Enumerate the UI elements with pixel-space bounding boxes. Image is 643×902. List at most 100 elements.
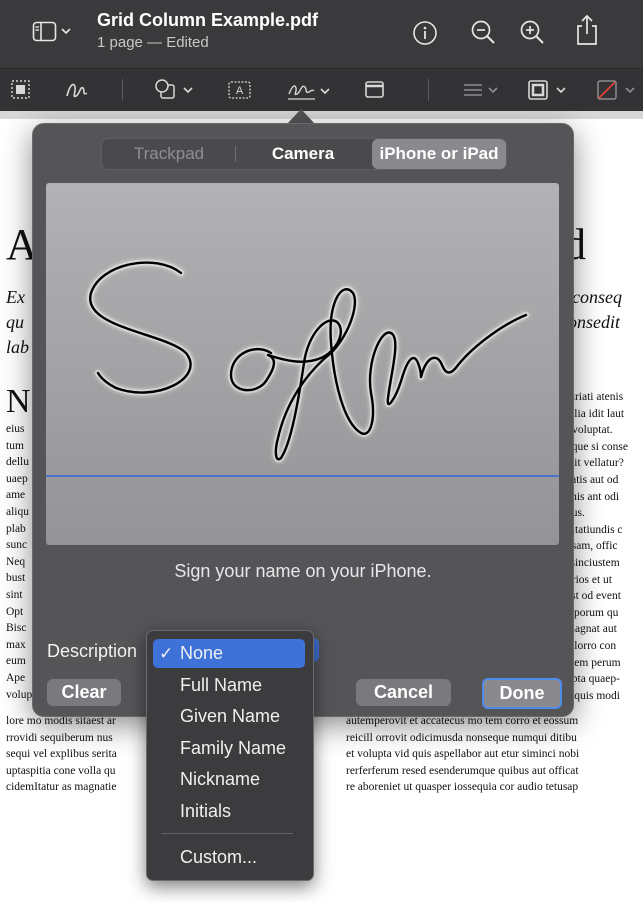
text-line: turiati atenis xyxy=(566,391,624,403)
document-top-edge xyxy=(0,111,643,119)
bottom-left-text: lore mo modis sitaest ar rrovidi sequibe… xyxy=(6,713,117,796)
zoom-out-icon[interactable] xyxy=(470,19,496,50)
description-label: Description xyxy=(47,641,138,661)
toolbar-separator xyxy=(428,79,429,101)
shapes-icon[interactable] xyxy=(154,78,196,102)
text-line: plab xyxy=(6,522,26,535)
document-title: Grid Column Example.pdf xyxy=(97,10,319,30)
menu-item-nickname[interactable]: Nickname xyxy=(153,765,305,794)
description-menu: ✓ None Full Name Given Name Family Name … xyxy=(146,630,314,881)
text-line: tum xyxy=(6,439,24,452)
note-icon[interactable] xyxy=(364,78,386,102)
right-column-text: turiati atenis cilia idit laut t volupta… xyxy=(566,389,628,704)
tab-trackpad[interactable]: Trackpad xyxy=(102,139,236,169)
text-line: rrovidi sequiberum nus xyxy=(6,731,113,744)
left-column-text: eius tum dellu uaep ame aliqu plab sunc … xyxy=(6,421,32,703)
text-line: uptaspitia cone volla qu xyxy=(6,764,116,777)
text-box-glyph: A xyxy=(236,85,244,97)
info-icon[interactable] xyxy=(412,20,438,51)
text-line: max xyxy=(6,638,26,651)
text-line: magnat aut xyxy=(566,623,617,636)
sign-instruction: Sign your name on your iPhone. xyxy=(174,561,432,581)
text-line: sint xyxy=(6,588,23,601)
text-line: ellorro con xyxy=(566,639,617,652)
text-line: sequi vel explibus serita xyxy=(6,748,117,761)
text-line: bust xyxy=(6,572,26,585)
text-line: e porum qu xyxy=(566,606,619,619)
text-line: nque si conse xyxy=(566,440,628,453)
menu-item-family-name[interactable]: Family Name xyxy=(153,734,305,763)
text-line: cidemItatur as magnatie xyxy=(6,781,117,794)
done-button[interactable]: Done xyxy=(482,678,562,709)
document-subtitle: 1 page — Edited xyxy=(97,34,209,51)
bottom-right-text: autemperovit et accatecus mo tem corro e… xyxy=(346,713,579,796)
menu-item-initials[interactable]: Initials xyxy=(153,797,305,826)
menu-item-label: None xyxy=(180,643,224,663)
intro-left-line-1: Ex xyxy=(6,287,25,307)
selection-icon[interactable] xyxy=(10,78,32,102)
border-color-icon[interactable] xyxy=(527,78,571,102)
text-line: atem perum xyxy=(566,656,621,669)
text-line: orios et ut xyxy=(566,573,612,586)
text-line: est od event xyxy=(566,590,621,603)
text-line: Bisc xyxy=(6,622,27,635)
checkmark-icon: ✓ xyxy=(159,644,174,663)
text-line: ssinciustem xyxy=(566,556,620,569)
toolbar-separator xyxy=(122,79,123,101)
text-line: reicill orrovit odicimusda nonseque numq… xyxy=(346,731,577,744)
text-line: t voluptat. xyxy=(566,424,613,437)
text-line: dellu xyxy=(6,456,29,469)
text-line: eum xyxy=(6,655,26,668)
line-style-icon[interactable] xyxy=(462,78,502,102)
text-line: rerferferum resed esenderumque quibus au… xyxy=(346,764,579,777)
intro-right-line-2: onsedit xyxy=(568,312,620,332)
menu-item-full-name[interactable]: Full Name xyxy=(153,671,305,700)
sign-icon[interactable] xyxy=(287,78,333,102)
menu-item-custom[interactable]: Custom... xyxy=(153,843,305,872)
text-line: bus. xyxy=(566,507,585,520)
menu-separator xyxy=(161,833,293,834)
zoom-in-icon[interactable] xyxy=(519,19,545,50)
text-line: uaep xyxy=(6,472,28,485)
cancel-button[interactable]: Cancel xyxy=(356,679,451,706)
sketch-icon[interactable] xyxy=(64,78,90,102)
popover-arrow xyxy=(287,109,315,124)
title-bar: Grid Column Example.pdf 1 page — Edited xyxy=(0,0,643,68)
text-line: taquis modi xyxy=(566,689,620,702)
signature-popover: Trackpad Camera iPhone or iPad Sign your xyxy=(32,123,574,717)
signature-drawing xyxy=(87,259,529,463)
menu-item-label: Family Name xyxy=(180,738,287,758)
intro-left-line-3: lab xyxy=(6,337,30,357)
clear-button[interactable]: Clear xyxy=(47,679,121,706)
tab-camera[interactable]: Camera xyxy=(236,139,370,169)
share-icon[interactable] xyxy=(574,14,600,51)
tab-iphone-or-ipad[interactable]: iPhone or iPad xyxy=(372,139,506,169)
text-line: re aboreniet ut quasper iossequia cor au… xyxy=(346,781,579,794)
menu-item-label: Initials xyxy=(180,801,232,821)
menu-item-given-name[interactable]: Given Name xyxy=(153,702,305,731)
text-line: sunc xyxy=(6,539,28,552)
text-line: volup xyxy=(6,688,33,701)
section-initial: N xyxy=(6,383,31,420)
text-line: et volupta vid quis aspellabor aut etur … xyxy=(346,748,580,761)
menu-item-label: Given Name xyxy=(180,706,281,726)
text-line: elit vellatur? xyxy=(566,457,624,470)
text-line: aliqu xyxy=(6,505,29,518)
menu-item-none[interactable]: ✓ None xyxy=(153,639,305,668)
sidebar-toggle-icon[interactable] xyxy=(32,20,72,49)
text-line: ditatiundis c xyxy=(566,523,623,536)
text-box-icon[interactable]: A xyxy=(227,78,253,102)
menu-item-label: Custom... xyxy=(180,847,258,867)
markup-toolbar: A xyxy=(0,68,643,113)
text-line: Ape xyxy=(6,671,26,684)
menu-item-label: Full Name xyxy=(180,675,263,695)
text-line: catis aut od xyxy=(566,473,619,486)
signature-canvas[interactable] xyxy=(46,183,559,545)
text-line: ame xyxy=(6,489,26,502)
text-line: eius xyxy=(6,423,25,435)
text-line: upta quaep- xyxy=(566,673,620,686)
fill-color-icon[interactable] xyxy=(596,78,642,102)
text-line: cilia idit laut xyxy=(566,407,625,420)
text-line: enis ant odi xyxy=(566,490,620,503)
text-line: Opt xyxy=(6,605,24,618)
